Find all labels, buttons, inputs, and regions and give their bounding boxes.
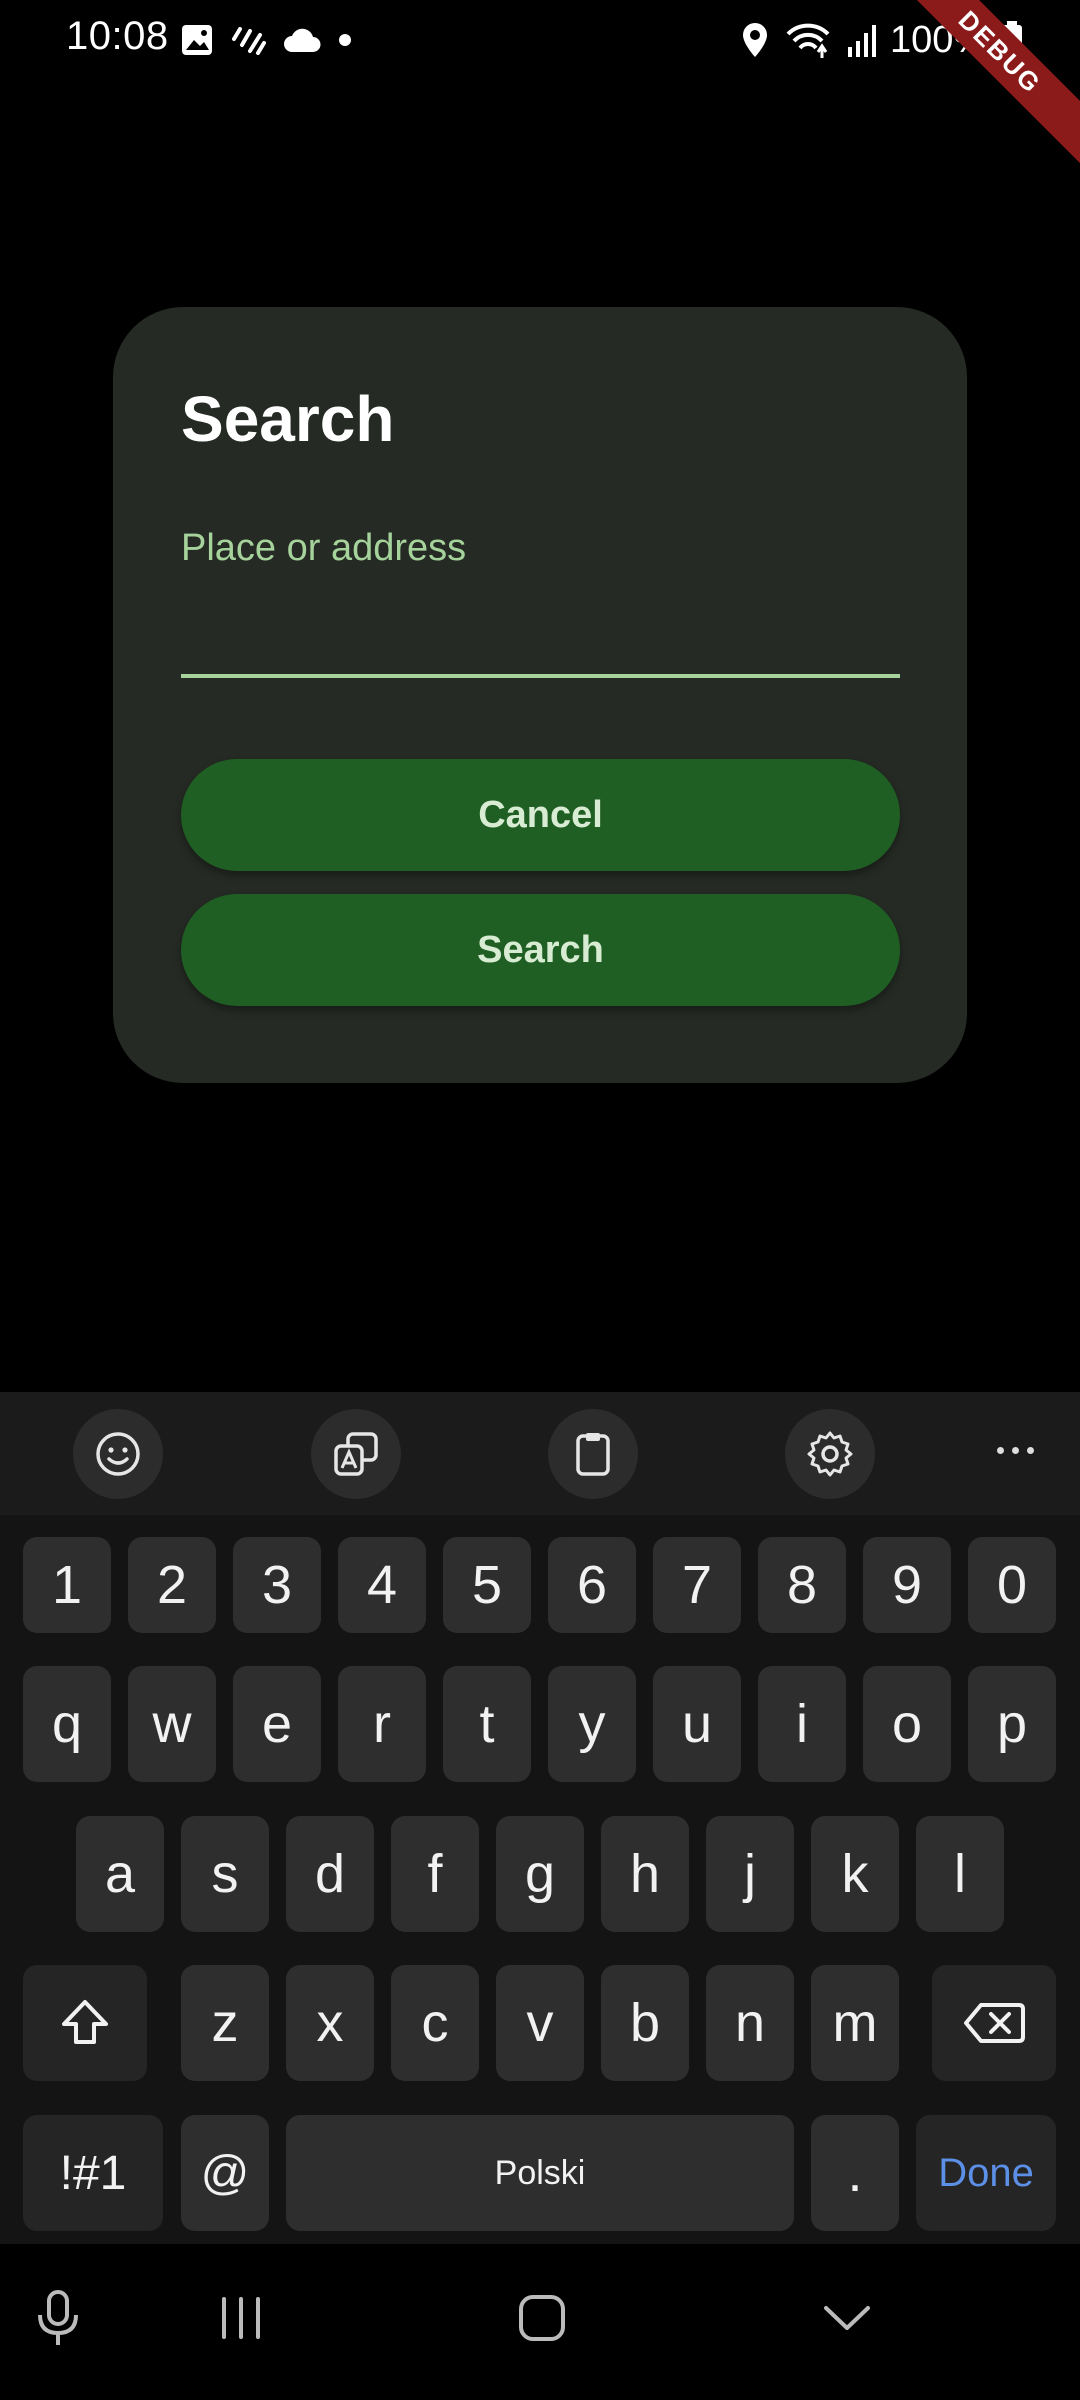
recent-apps-button[interactable] (210, 2288, 272, 2348)
key-2[interactable]: 2 (128, 1537, 216, 1633)
symbols-key[interactable]: !#1 (23, 2115, 163, 2231)
keyboard-toolbar (0, 1392, 1080, 1515)
key-5[interactable]: 5 (443, 1537, 531, 1633)
cell-signal-icon (848, 25, 876, 57)
key-r[interactable]: r (338, 1666, 426, 1782)
cancel-button[interactable]: Cancel (181, 759, 900, 871)
microphone-icon (38, 2290, 78, 2345)
home-icon (519, 2295, 565, 2341)
settings-icon (807, 1431, 853, 1477)
key-u[interactable]: u (653, 1666, 741, 1782)
key-x[interactable]: x (286, 1965, 374, 2081)
backspace-key[interactable] (932, 1965, 1056, 2081)
key-q[interactable]: q (23, 1666, 111, 1782)
clipboard-icon (576, 1433, 610, 1476)
gallery-icon (182, 25, 212, 55)
status-bar: 10:08 100% DEBUG (0, 0, 1080, 174)
key-p[interactable]: p (968, 1666, 1056, 1782)
key-l[interactable]: l (916, 1816, 1004, 1932)
wifi-icon (786, 23, 830, 58)
chevron-down-icon (824, 2306, 870, 2330)
key-a[interactable]: a (76, 1816, 164, 1932)
space-key[interactable]: Polski (286, 2115, 794, 2231)
status-time: 10:08 (66, 14, 169, 58)
key-7[interactable]: 7 (653, 1537, 741, 1633)
recent-apps-icon (222, 2297, 260, 2339)
key-k[interactable]: k (811, 1816, 899, 1932)
cloud-icon (284, 28, 321, 52)
translate-button[interactable] (311, 1409, 401, 1499)
backspace-icon (964, 2003, 1025, 2043)
key-0[interactable]: 0 (968, 1537, 1056, 1633)
key-h[interactable]: h (601, 1816, 689, 1932)
microphone-button[interactable] (28, 2284, 88, 2354)
key-n[interactable]: n (706, 1965, 794, 2081)
done-key[interactable]: Done (916, 2115, 1056, 2231)
search-button[interactable]: Search (181, 894, 900, 1006)
key-v[interactable]: v (496, 1965, 584, 2081)
key-e[interactable]: e (233, 1666, 321, 1782)
navigation-bar (0, 2244, 1080, 2400)
input-underline (181, 674, 900, 678)
key-9[interactable]: 9 (863, 1537, 951, 1633)
dialog-title: Search (181, 383, 395, 455)
shift-key[interactable] (23, 1965, 147, 2081)
key-m[interactable]: m (811, 1965, 899, 2081)
location-icon (743, 23, 767, 57)
key-4[interactable]: 4 (338, 1537, 426, 1633)
place-address-label: Place or address (181, 527, 467, 569)
key-1[interactable]: 1 (23, 1537, 111, 1633)
clipboard-button[interactable] (548, 1409, 638, 1499)
at-key[interactable]: @ (181, 2115, 269, 2231)
signal-stripes-icon (232, 27, 266, 55)
emoji-icon (96, 1432, 140, 1476)
search-dialog: Search Place or address Cancel Search (113, 307, 967, 1083)
key-f[interactable]: f (391, 1816, 479, 1932)
key-i[interactable]: i (758, 1666, 846, 1782)
key-8[interactable]: 8 (758, 1537, 846, 1633)
key-3[interactable]: 3 (233, 1537, 321, 1633)
more-icon[interactable] (990, 1430, 1040, 1470)
period-key[interactable]: . (811, 2115, 899, 2231)
keyboard: 1 2 3 4 5 6 7 8 9 0 q w e r t y u i o p … (0, 1392, 1080, 2244)
place-address-input[interactable] (181, 577, 900, 645)
key-c[interactable]: c (391, 1965, 479, 2081)
key-y[interactable]: y (548, 1666, 636, 1782)
key-t[interactable]: t (443, 1666, 531, 1782)
key-w[interactable]: w (128, 1666, 216, 1782)
key-j[interactable]: j (706, 1816, 794, 1932)
keyboard-settings-button[interactable] (785, 1409, 875, 1499)
status-left-icons (180, 20, 352, 60)
key-g[interactable]: g (496, 1816, 584, 1932)
translate-icon (334, 1432, 378, 1476)
emoji-button[interactable] (73, 1409, 163, 1499)
key-6[interactable]: 6 (548, 1537, 636, 1633)
key-b[interactable]: b (601, 1965, 689, 2081)
key-d[interactable]: d (286, 1816, 374, 1932)
shift-icon (62, 2000, 108, 2044)
key-s[interactable]: s (181, 1816, 269, 1932)
key-z[interactable]: z (181, 1965, 269, 2081)
hide-keyboard-button[interactable] (815, 2288, 879, 2348)
home-button[interactable] (510, 2286, 574, 2350)
key-o[interactable]: o (863, 1666, 951, 1782)
notification-dot-icon (339, 34, 351, 46)
